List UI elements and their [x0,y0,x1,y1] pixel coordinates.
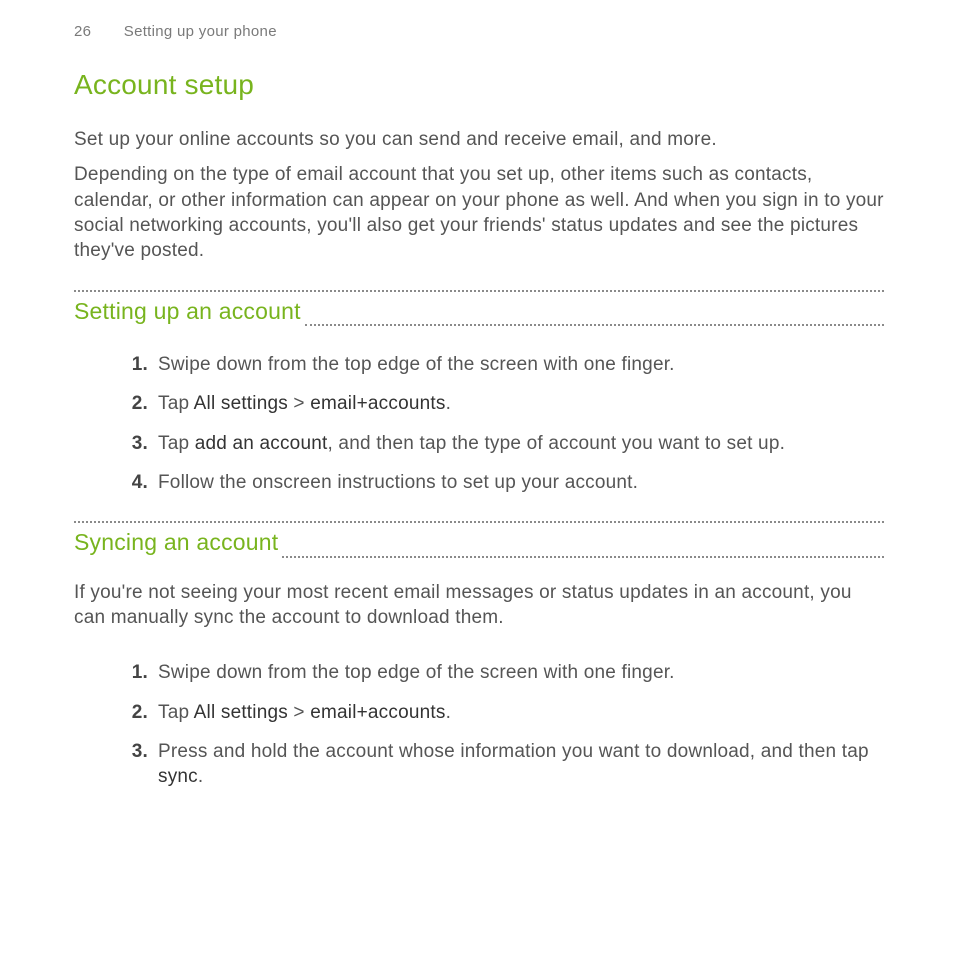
section-syncing-account: Syncing an account If you're not seeing … [74,521,884,789]
list-item: 3. Press and hold the account whose info… [120,739,884,790]
step-number: 3. [120,739,148,764]
step-text: Swipe down from the top edge of the scre… [158,662,675,683]
divider [282,556,884,558]
step-text: Tap All settings > email+accounts. [158,702,451,723]
section2-intro: If you're not seeing your most recent em… [74,580,884,631]
step-number: 4. [120,470,148,495]
step-text: Follow the onscreen instructions to set … [158,472,638,493]
page-title: Account setup [74,66,884,103]
steps-list: 1. Swipe down from the top edge of the s… [74,332,884,495]
list-item: 1. Swipe down from the top edge of the s… [120,660,884,685]
section-setting-up-account: Setting up an account 1. Swipe down from… [74,290,884,496]
step-number: 2. [120,391,148,416]
list-item: 3. Tap add an account, and then tap the … [120,431,884,456]
subheading-syncing: Syncing an account [74,523,282,564]
list-item: 4. Follow the onscreen instructions to s… [120,470,884,495]
steps-list: 1. Swipe down from the top edge of the s… [74,640,884,789]
intro-paragraph-2: Depending on the type of email account t… [74,162,884,263]
list-item: 2. Tap All settings > email+accounts. [120,391,884,416]
step-number: 1. [120,660,148,685]
step-text: Tap All settings > email+accounts. [158,393,451,414]
step-number: 1. [120,352,148,377]
step-text: Press and hold the account whose informa… [158,741,869,787]
running-title: Setting up your phone [124,23,277,40]
step-text: Swipe down from the top edge of the scre… [158,354,675,375]
divider [305,324,884,326]
subheading-setting-up: Setting up an account [74,292,305,333]
step-number: 3. [120,431,148,456]
intro-paragraph-1: Set up your online accounts so you can s… [74,127,884,152]
step-number: 2. [120,700,148,725]
running-header: 26 Setting up your phone [74,22,884,42]
list-item: 1. Swipe down from the top edge of the s… [120,352,884,377]
page-number: 26 [74,22,91,42]
step-text: Tap add an account, and then tap the typ… [158,433,785,454]
list-item: 2. Tap All settings > email+accounts. [120,700,884,725]
